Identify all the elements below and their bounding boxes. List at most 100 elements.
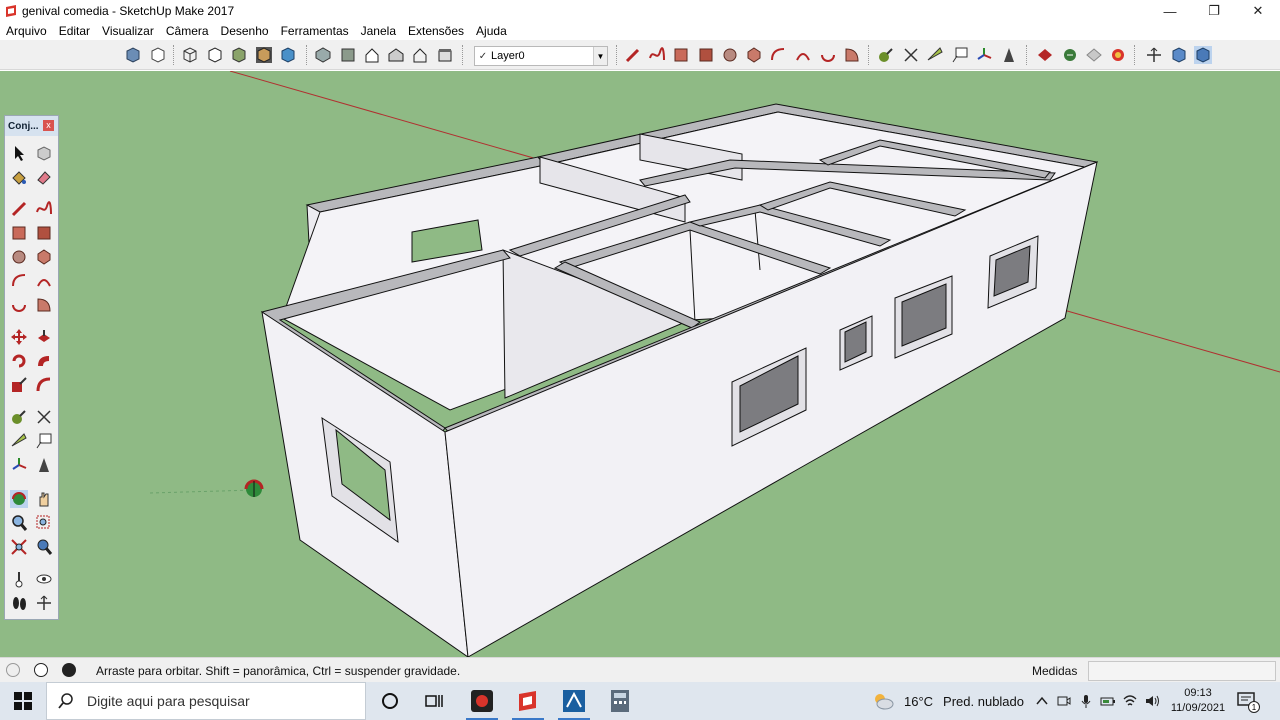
pie-tool-icon[interactable] <box>35 296 53 314</box>
rectangle-tool-icon[interactable] <box>10 224 28 242</box>
measurements-input[interactable] <box>1088 661 1276 681</box>
chevron-up-icon[interactable] <box>1034 693 1050 709</box>
3d-text-tool-icon[interactable] <box>35 456 53 474</box>
line-tool-icon[interactable] <box>10 200 28 218</box>
share-model-icon[interactable] <box>1085 46 1103 64</box>
taskbar-app-editor[interactable] <box>554 686 594 720</box>
front-view-icon[interactable] <box>363 46 381 64</box>
zoom-window-icon[interactable] <box>35 514 53 532</box>
menu-extensoes[interactable]: Extensões <box>402 24 470 38</box>
right-view-icon[interactable] <box>387 46 405 64</box>
offset-tool-icon[interactable] <box>35 376 53 394</box>
walk-icon[interactable] <box>10 594 28 612</box>
move-tool-icon[interactable] <box>10 328 28 346</box>
taskbar-app-sketchup[interactable] <box>508 686 548 720</box>
section-plane-icon[interactable] <box>1145 46 1163 64</box>
tape-measure-icon[interactable] <box>877 46 895 64</box>
menu-visualizar[interactable]: Visualizar <box>96 24 160 38</box>
dimension-tool-icon[interactable] <box>35 408 53 426</box>
two-point-arc-tool-icon[interactable] <box>35 272 53 290</box>
restore-button[interactable]: ❐ <box>1192 0 1236 22</box>
polygon-icon[interactable] <box>745 46 763 64</box>
taskbar-app-calculator[interactable] <box>600 686 640 716</box>
rotated-rect-tool-icon[interactable] <box>35 224 53 242</box>
freehand-tool-icon[interactable] <box>35 200 53 218</box>
weather-widget[interactable]: 16°C Pred. nublado <box>872 692 1024 710</box>
zoom-tool-icon[interactable] <box>10 514 28 532</box>
axes-tool-icon[interactable] <box>975 46 993 64</box>
tool-palette[interactable]: Conj... x <box>4 115 59 620</box>
tape-measure-tool-icon[interactable] <box>10 408 28 426</box>
microphone-icon[interactable] <box>1078 693 1094 709</box>
geolocation-icon[interactable] <box>6 663 20 677</box>
palette-close-button[interactable]: x <box>43 120 54 131</box>
cortana-button[interactable] <box>370 686 410 716</box>
back-edges-icon[interactable] <box>149 46 167 64</box>
close-window-button[interactable]: ✕ <box>1236 0 1280 22</box>
notification-center-button[interactable]: 1 <box>1236 691 1260 713</box>
menu-camera[interactable]: Câmera <box>160 24 215 38</box>
taskbar-search[interactable]: Digite aqui para pesquisar <box>46 682 366 720</box>
start-button[interactable] <box>0 682 46 720</box>
extension-warehouse-icon[interactable] <box>1109 46 1127 64</box>
top-view-icon[interactable] <box>339 46 357 64</box>
menu-editar[interactable]: Editar <box>53 24 96 38</box>
battery-icon[interactable] <box>1100 693 1116 709</box>
dimension-icon[interactable] <box>902 46 920 64</box>
arc-icon[interactable] <box>769 46 787 64</box>
eraser-icon[interactable] <box>35 168 53 186</box>
push-pull-icon[interactable] <box>35 328 53 346</box>
make-component-icon[interactable] <box>35 144 53 162</box>
orbit-tool-icon[interactable] <box>10 490 28 508</box>
paint-bucket-icon[interactable] <box>10 168 28 186</box>
credits-info-icon[interactable] <box>34 663 48 677</box>
two-point-arc-icon[interactable] <box>794 46 812 64</box>
taskbar-app-recorder[interactable] <box>462 686 502 720</box>
circle-tool-icon[interactable] <box>10 248 28 266</box>
layer-dropdown[interactable]: ✓ Layer0 ▼ <box>474 46 608 66</box>
section-plane-tool-icon[interactable] <box>35 594 53 612</box>
shaded-icon[interactable] <box>230 46 248 64</box>
system-clock[interactable]: 09:13 11/09/2021 <box>1168 686 1228 716</box>
volume-icon[interactable] <box>1144 693 1160 709</box>
rectangle-icon[interactable] <box>672 46 690 64</box>
display-section-icon[interactable] <box>1170 46 1188 64</box>
axes-icon[interactable] <box>10 456 28 474</box>
wireframe-icon[interactable] <box>181 46 199 64</box>
freehand-icon[interactable] <box>648 46 666 64</box>
hidden-line-icon[interactable] <box>206 46 224 64</box>
pencil-icon[interactable] <box>624 46 642 64</box>
protractor-tool-icon[interactable] <box>10 432 28 450</box>
arc-tool-icon[interactable] <box>10 272 28 290</box>
wifi-icon[interactable] <box>1122 693 1138 709</box>
menu-desenho[interactable]: Desenho <box>215 24 275 38</box>
iso-view-icon[interactable] <box>314 46 332 64</box>
warehouse-icon[interactable] <box>1036 46 1054 64</box>
menu-janela[interactable]: Janela <box>355 24 402 38</box>
polygon-tool-icon[interactable] <box>35 248 53 266</box>
task-view-button[interactable] <box>414 686 454 716</box>
user-account-icon[interactable] <box>62 663 76 677</box>
menu-arquivo[interactable]: Arquivo <box>0 24 53 38</box>
rotated-rectangle-icon[interactable] <box>697 46 715 64</box>
pan-tool-icon[interactable] <box>35 490 53 508</box>
menu-ferramentas[interactable]: Ferramentas <box>275 24 355 38</box>
scale-tool-icon[interactable] <box>10 376 28 394</box>
zoom-extents-icon[interactable] <box>10 538 28 556</box>
meet-now-icon[interactable] <box>1056 693 1072 709</box>
monochrome-icon[interactable] <box>279 46 297 64</box>
menu-ajuda[interactable]: Ajuda <box>470 24 513 38</box>
minimize-button[interactable]: — <box>1148 0 1192 22</box>
xray-cube-icon[interactable] <box>124 46 142 64</box>
chevron-down-icon[interactable]: ▼ <box>593 47 607 65</box>
circle-icon[interactable] <box>721 46 739 64</box>
select-arrow-icon[interactable] <box>10 144 28 162</box>
components-warehouse-icon[interactable] <box>1061 46 1079 64</box>
text-label-icon[interactable] <box>35 432 53 450</box>
left-view-icon[interactable] <box>436 46 454 64</box>
3d-text-icon[interactable] <box>1000 46 1018 64</box>
previous-view-icon[interactable] <box>35 538 53 556</box>
drawing-viewport[interactable] <box>0 71 1280 657</box>
rotate-tool-icon[interactable] <box>10 352 28 370</box>
follow-me-icon[interactable] <box>35 352 53 370</box>
